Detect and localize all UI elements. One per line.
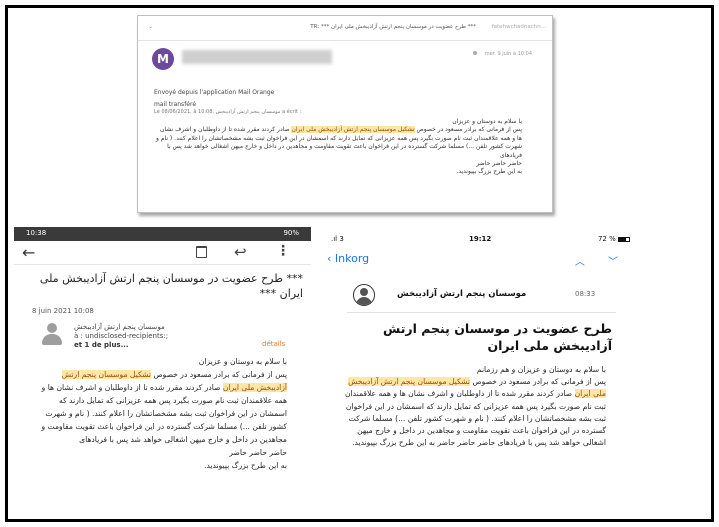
email-body: با سلام به دوستان و عزیزان پس از فرمانی …: [154, 118, 522, 177]
email-subject-row: ⌄ *** طرح عضویت در موسسان پنجم ارتش آزاد…: [144, 23, 546, 36]
status-time: 19:12: [469, 235, 492, 243]
toolbar: ← ↩ ⋮: [14, 241, 311, 265]
sent-from-line: Envoyé depuis l'application Mail Orange: [154, 89, 275, 96]
message-navigation-chevrons-icon[interactable]: ︿ ﹀: [575, 253, 628, 268]
email-date: 8 juin 2021 10:08: [32, 307, 94, 315]
nav-bar: ‹ Inkorg ︿ ﹀: [317, 250, 648, 270]
forwarded-label: mail transféré: [154, 101, 197, 108]
forward-header: Le 08/06/2021, à 10:08, موسسان پنجم ارتش…: [154, 109, 302, 115]
signal-indicator: .ıl 3: [331, 235, 344, 243]
android-email-screenshot: 10:38 90% ← ↩ ⋮ *** طرح عضویت در موسسان …: [14, 227, 311, 517]
email-subject: *** طرح عضویت در موسسان پنجم ارتش آزادیب…: [310, 24, 476, 30]
redacted-sender: [182, 50, 332, 64]
email-sender-address: fatehwchadnachn...: [491, 24, 546, 30]
back-arrow-icon[interactable]: ←: [22, 243, 35, 262]
message-time: 08:33: [575, 290, 596, 298]
more-options-icon[interactable]: ⋮: [276, 243, 290, 259]
divider: [347, 312, 616, 313]
battery-icon: [618, 236, 630, 242]
avatar: M: [152, 48, 174, 70]
body-closing: به این طرح بزرگ بپیوندید.: [204, 461, 287, 470]
battery-level: 90%: [283, 229, 299, 237]
chevron-down-icon[interactable]: ⌄: [148, 23, 153, 30]
more-recipients[interactable]: et 1 de plus...: [74, 341, 244, 350]
email-subject: طرح عضویت در موسسان پنجم ارتش آزادیبخش م…: [383, 321, 612, 353]
avatar: [40, 323, 64, 347]
email-subject: *** طرح عضویت در موسسان پنجم ارتش آزادیب…: [39, 272, 303, 300]
sender-block: موسسان پنجم ارتش آزادیبخش à : undisclose…: [74, 323, 244, 350]
body-paragraph: پس از فرمانی که برادر مسعود در خصوص تشکی…: [41, 370, 287, 444]
ios-email-screenshot: .ıl 3 19:12 72 % ‹ Inkorg ︿ ﹀ موسسان پنج…: [317, 232, 648, 517]
email-date: mer. 9 juin à 10:04: [472, 51, 532, 57]
highlighted-text: تشکیل موسسان پنجم ارتش آزادیبخش ملی ایرا…: [291, 126, 415, 134]
trash-icon[interactable]: [196, 246, 207, 258]
recipients: à : undisclosed-recipients:;: [74, 332, 169, 340]
sender-name: موسسان پنجم ارتش آزادیبخش: [397, 289, 527, 299]
desktop-email-screenshot: ⌄ *** طرح عضویت در موسسان پنجم ارتش آزاد…: [137, 15, 553, 213]
body-greeting: با سلام به دوستان و عزیزان: [198, 357, 287, 366]
body-paragraph: پس از فرمانی که برادر مسعود در خصوص تشکی…: [155, 126, 522, 159]
body-greeting: با سلام به دوستان و عزیزان و هم رزمانم: [476, 365, 606, 374]
reply-icon[interactable]: ↩: [234, 243, 247, 261]
status-bar: .ıl 3 19:12 72 %: [317, 232, 648, 248]
battery-indicator: 72 %: [598, 235, 630, 243]
status-time: 10:38: [26, 229, 47, 237]
body-closing: حاضر حاضر حاضر: [229, 448, 287, 457]
sender-name: موسسان پنجم ارتش آزادیبخش: [74, 323, 165, 331]
status-bar: 10:38 90%: [14, 227, 311, 241]
back-to-inbox-button[interactable]: ‹ Inkorg: [327, 252, 369, 265]
body-closing: به این طرح بزرگ بپیوندید.: [456, 168, 522, 176]
email-body: با سلام به دوستان و عزیزان و هم رزمانم پ…: [345, 364, 606, 449]
details-link[interactable]: détails: [262, 340, 285, 348]
attachment-dot-icon: [472, 51, 477, 55]
email-body: با سلام به دوستان و عزیزان پس از فرمانی …: [36, 355, 287, 472]
avatar: [353, 284, 375, 306]
body-paragraph: پس از فرمانی که برادر مسعود در خصوص تشکی…: [344, 377, 606, 448]
divider: [138, 40, 552, 41]
